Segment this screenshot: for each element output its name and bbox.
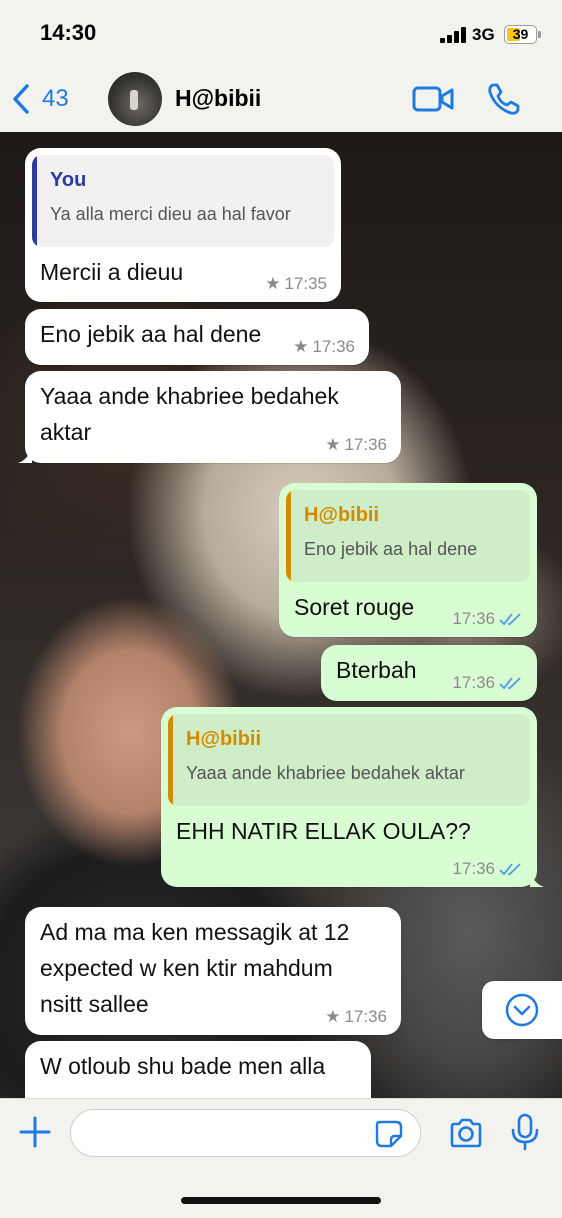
message-time: 17:36 bbox=[452, 609, 495, 628]
unread-count: 43 bbox=[42, 85, 69, 112]
message-meta: ★ 17:35 bbox=[265, 274, 327, 294]
double-check-icon bbox=[499, 677, 521, 690]
message-meta: ★ 17:36 bbox=[325, 1007, 387, 1027]
message-bubble-incoming[interactable]: Yaaa ande khabriee bedahek aktar ★ 17:36 bbox=[18, 371, 401, 463]
quote-bar bbox=[168, 714, 173, 806]
message-time: 17:36 bbox=[452, 859, 495, 878]
contact-name[interactable]: H@bibii bbox=[175, 85, 261, 112]
message-time: 17:36 bbox=[344, 435, 387, 454]
message-text: Yaaa ande khabriee bedahek aktar bbox=[40, 378, 339, 450]
battery-level: 39 bbox=[512, 26, 529, 42]
video-camera-icon[interactable] bbox=[412, 84, 454, 114]
quote-text: Ya alla merci dieu aa hal favor bbox=[50, 204, 291, 224]
signal-icon bbox=[440, 27, 466, 43]
quote-author: H@bibii bbox=[304, 504, 380, 526]
battery-tip bbox=[538, 31, 541, 38]
message-meta: 17:36 bbox=[452, 673, 523, 693]
home-indicator bbox=[181, 1197, 381, 1204]
message-meta: 17:36 bbox=[452, 609, 523, 629]
quote-author: H@bibii bbox=[186, 728, 262, 750]
quote-author: You bbox=[50, 169, 87, 191]
quote-bar bbox=[32, 155, 37, 247]
message-line: nsitt sallee bbox=[40, 991, 149, 1017]
message-time: 17:35 bbox=[284, 274, 327, 293]
quoted-message[interactable]: H@bibii Yaaa ande khabriee bedahek aktar bbox=[168, 714, 530, 806]
double-check-icon bbox=[499, 863, 521, 876]
message-list[interactable]: You Ya alla merci dieu aa hal favor Merc… bbox=[0, 132, 562, 1098]
double-check-icon bbox=[499, 613, 521, 626]
message-bubble-outgoing[interactable]: Bterbah 17:36 bbox=[321, 645, 537, 701]
contact-avatar[interactable] bbox=[108, 72, 162, 126]
message-bubble-incoming[interactable]: Ad ma ma ken messagik at 12 expected w k… bbox=[25, 907, 401, 1035]
battery-icon: 39 bbox=[504, 25, 537, 44]
message-text: Ad ma ma ken messagik at 12 expected w k… bbox=[40, 914, 349, 1022]
message-text: Soret rouge bbox=[294, 594, 415, 620]
plus-icon[interactable] bbox=[18, 1115, 52, 1149]
sticker-icon[interactable] bbox=[374, 1119, 404, 1149]
message-line: expected w ken ktir mahdum bbox=[40, 955, 333, 981]
network-label: 3G bbox=[472, 25, 495, 44]
star-icon: ★ bbox=[265, 274, 281, 293]
message-bubble-incoming[interactable]: W otloub shu bade men alla bbox=[25, 1041, 371, 1098]
message-meta: ★ 17:36 bbox=[293, 337, 355, 357]
quote-text: Eno jebik aa hal dene bbox=[304, 539, 478, 559]
message-bubble-incoming[interactable]: You Ya alla merci dieu aa hal favor Merc… bbox=[25, 148, 341, 302]
message-line: Yaaa ande khabriee bedahek bbox=[40, 383, 339, 409]
message-text: EHH NATIR ELLAK OULA?? bbox=[176, 818, 471, 844]
star-icon: ★ bbox=[293, 337, 309, 356]
scroll-to-bottom-button[interactable] bbox=[482, 981, 562, 1039]
quote-bar bbox=[286, 490, 291, 582]
message-line: Ad ma ma ken messagik at 12 bbox=[40, 919, 350, 945]
message-text: W otloub shu bade men alla bbox=[40, 1053, 326, 1079]
bubble-tail bbox=[530, 873, 544, 887]
camera-icon[interactable] bbox=[448, 1117, 484, 1149]
message-line: aktar bbox=[40, 419, 92, 445]
message-time: 17:36 bbox=[312, 337, 355, 356]
quote-text: Yaaa ande khabriee bedahek aktar bbox=[186, 763, 465, 783]
status-time: 14:30 bbox=[40, 20, 97, 45]
back-button[interactable]: 43 bbox=[10, 80, 69, 118]
status-bar: 14:30 3G 39 bbox=[0, 0, 562, 66]
message-time: 17:36 bbox=[344, 1007, 387, 1026]
chevron-down-icon bbox=[505, 993, 539, 1027]
chat-header: 43 H@bibii bbox=[0, 66, 562, 132]
star-icon: ★ bbox=[325, 1007, 341, 1026]
microphone-icon[interactable] bbox=[510, 1113, 540, 1151]
star-icon: ★ bbox=[325, 435, 341, 454]
phone-icon[interactable] bbox=[487, 82, 521, 116]
message-bubble-outgoing[interactable]: H@bibii Eno jebik aa hal dene Soret roug… bbox=[279, 483, 537, 637]
chevron-left-icon bbox=[13, 84, 29, 114]
bubble-tail bbox=[18, 449, 32, 463]
message-text: Mercii a dieuu bbox=[40, 259, 184, 285]
message-time: 17:36 bbox=[452, 673, 495, 692]
message-text: Bterbah bbox=[336, 657, 417, 683]
message-meta: ★ 17:36 bbox=[325, 435, 387, 455]
message-bubble-incoming[interactable]: Eno jebik aa hal dene ★ 17:36 bbox=[25, 309, 369, 365]
message-bubble-outgoing[interactable]: H@bibii Yaaa ande khabriee bedahek aktar… bbox=[161, 707, 544, 887]
message-text: Eno jebik aa hal dene bbox=[40, 321, 262, 347]
quoted-message[interactable]: You Ya alla merci dieu aa hal favor bbox=[32, 155, 334, 247]
message-meta: 17:36 bbox=[452, 859, 523, 879]
message-input[interactable] bbox=[70, 1109, 421, 1157]
quoted-message[interactable]: H@bibii Eno jebik aa hal dene bbox=[286, 490, 530, 582]
